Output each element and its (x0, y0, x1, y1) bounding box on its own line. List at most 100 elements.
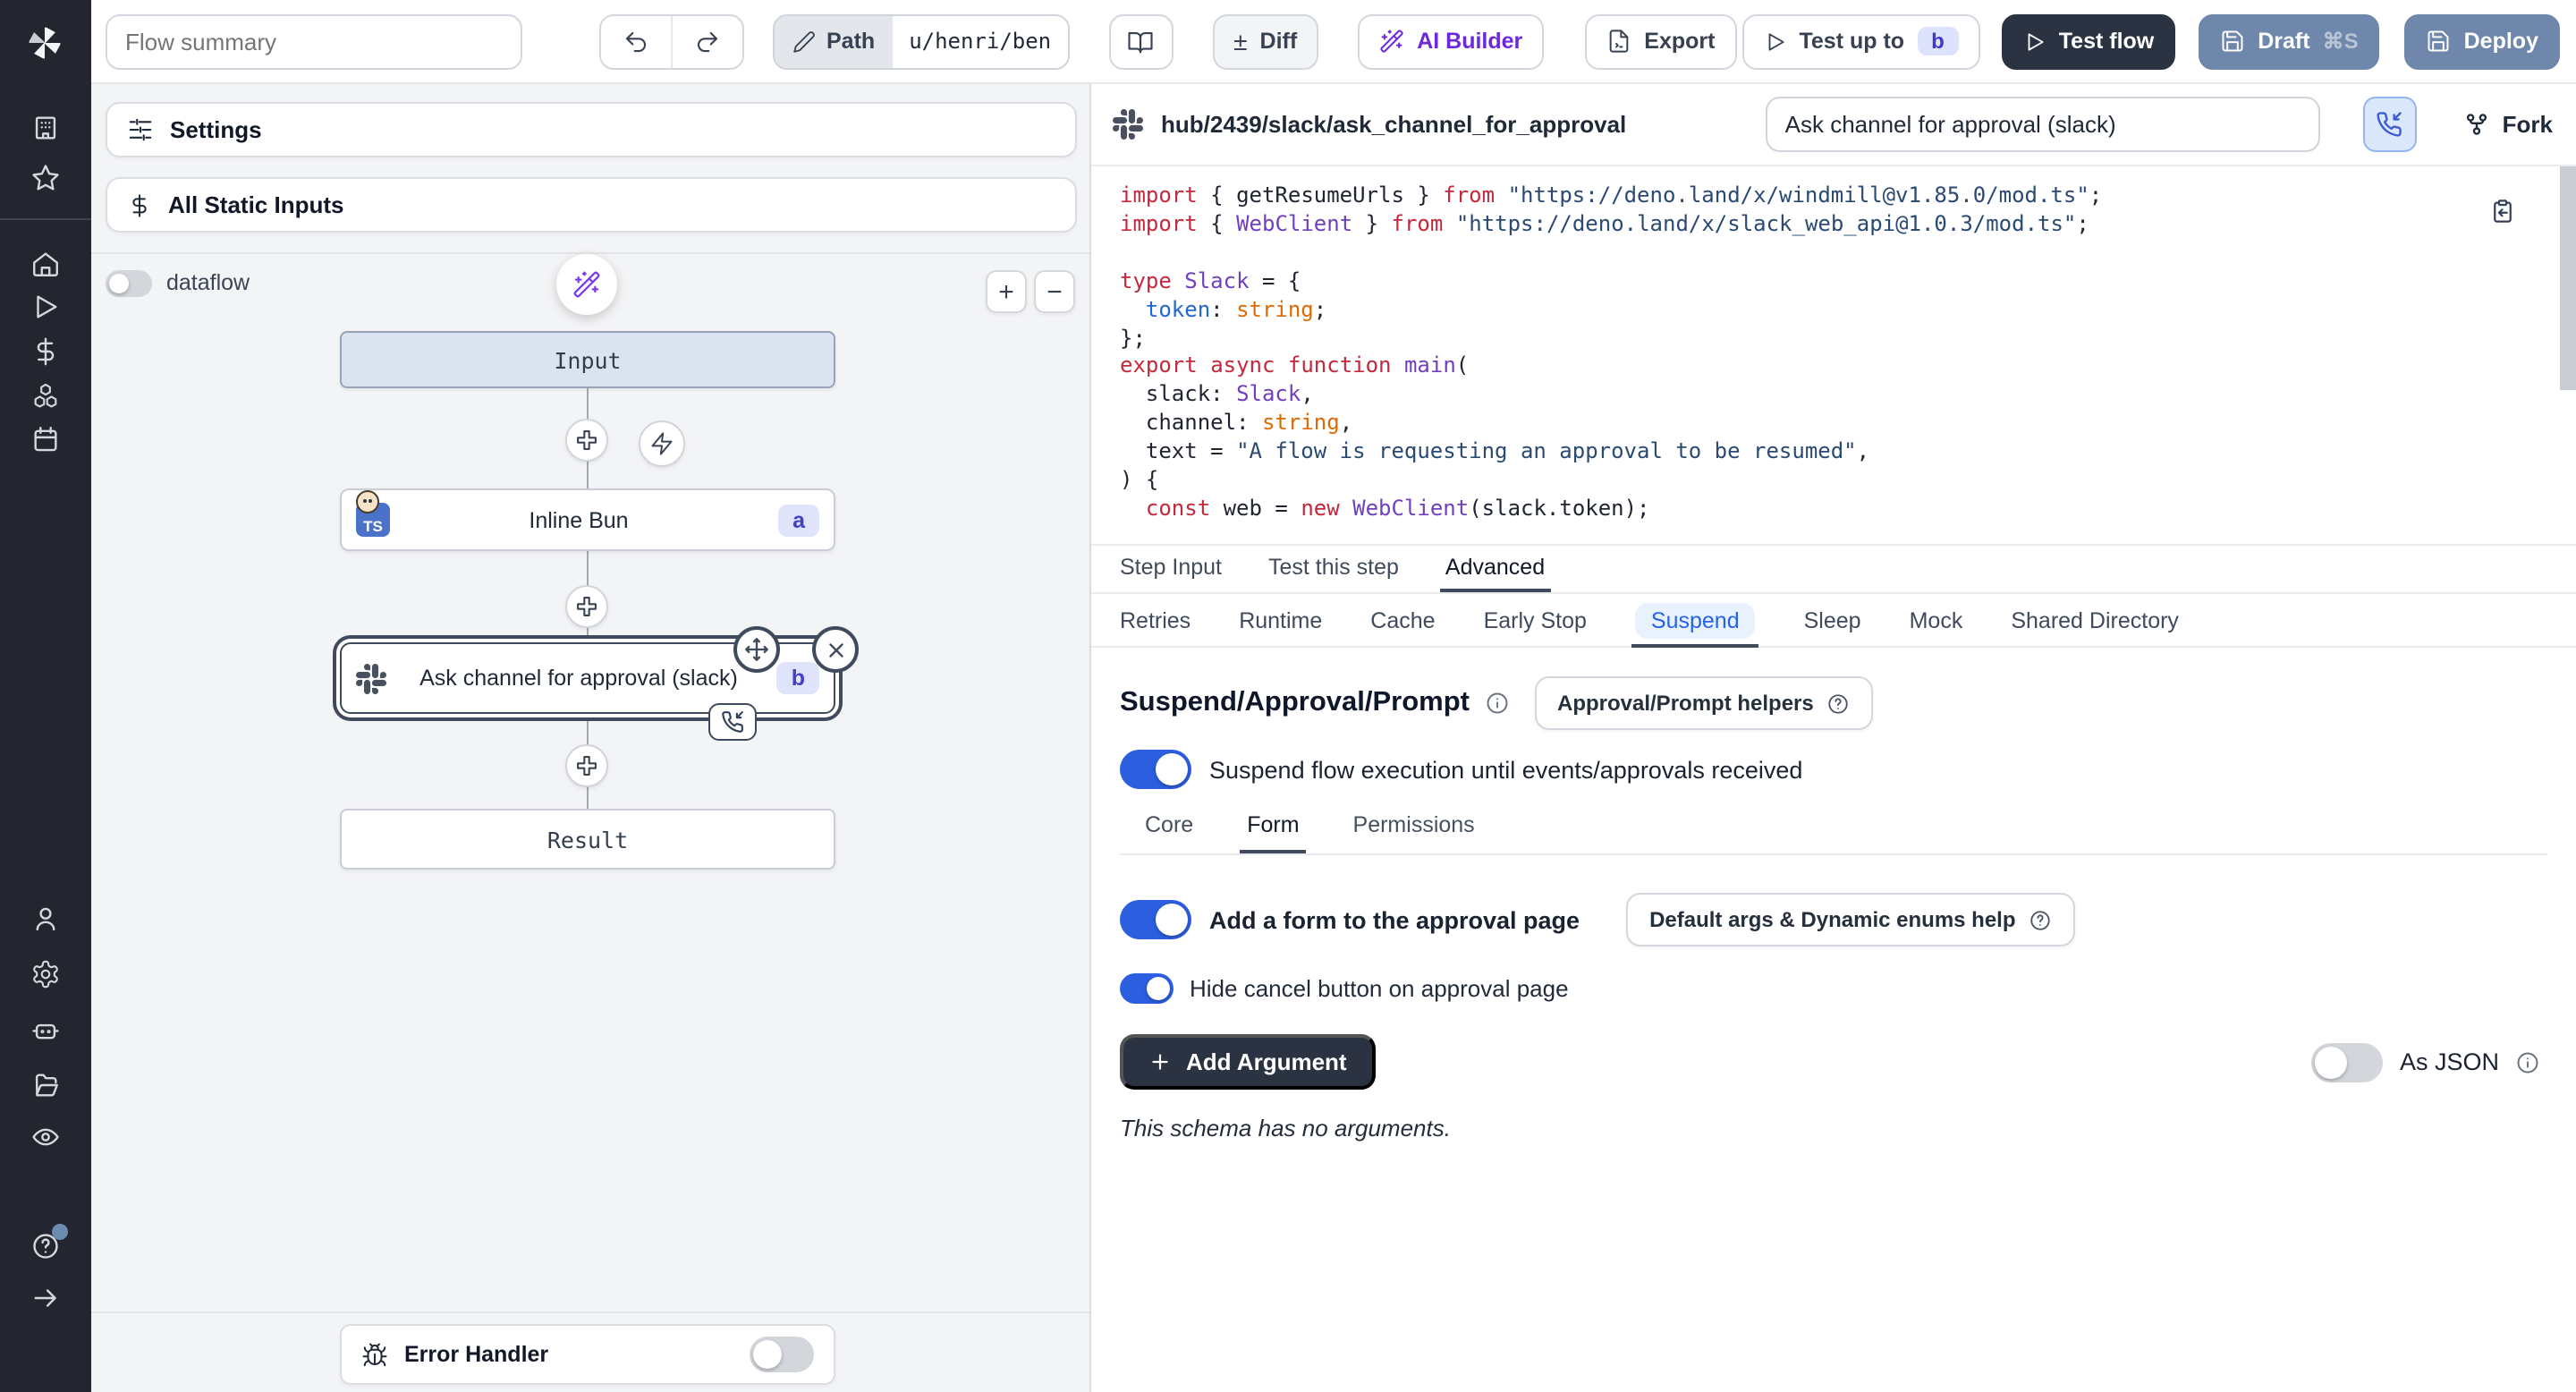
settings-gear-icon[interactable] (30, 959, 61, 989)
step-name-input[interactable] (1766, 97, 2320, 152)
runs-play-icon[interactable] (30, 292, 61, 322)
advanced-tabs: Retries Runtime Cache Early Stop Suspend… (1091, 594, 2576, 648)
suspend-indicator-button[interactable] (2363, 97, 2417, 152)
variables-dollar-icon[interactable] (30, 336, 61, 367)
tab-cache[interactable]: Cache (1370, 594, 1435, 646)
add-argument-button[interactable]: Add Argument (1120, 1034, 1376, 1090)
tab-permissions[interactable]: Permissions (1353, 812, 1475, 853)
zoom-out-button[interactable]: − (1034, 270, 1075, 313)
tab-core[interactable]: Core (1145, 812, 1193, 853)
insert-step-button[interactable] (565, 585, 608, 628)
wand-sparkles-icon (572, 270, 601, 299)
undo-button[interactable] (601, 15, 671, 67)
suspend-toggle-label: Suspend flow execution until events/appr… (1209, 756, 1802, 783)
export-button[interactable]: Export (1585, 13, 1736, 69)
default-args-help-button[interactable]: Default args & Dynamic enums help (1626, 893, 2074, 946)
insert-step-button[interactable] (565, 744, 608, 787)
flow-result-node[interactable]: Result (340, 809, 835, 870)
save-icon (2427, 29, 2452, 54)
slack-icon (1113, 109, 1143, 140)
hide-cancel-toggle[interactable] (1120, 973, 1174, 1004)
tab-advanced[interactable]: Advanced (1445, 555, 1545, 592)
resources-boxes-icon[interactable] (30, 381, 61, 412)
step-id-badge: b (777, 662, 819, 694)
draft-button[interactable]: Draft ⌘S (2199, 13, 2379, 69)
users-icon[interactable] (30, 904, 61, 934)
test-up-to-button[interactable]: Test up to b (1741, 13, 1979, 69)
bun-logo-icon (356, 490, 379, 514)
dataflow-toggle[interactable] (106, 270, 152, 297)
delete-step-button[interactable] (812, 626, 859, 673)
schedules-calendar-icon[interactable] (30, 424, 61, 454)
bug-icon (361, 1341, 388, 1368)
workspace-building-icon[interactable] (30, 113, 61, 143)
step-editor-header: hub/2439/slack/ask_channel_for_approval … (1091, 84, 2576, 166)
tab-test-this-step[interactable]: Test this step (1268, 555, 1399, 592)
home-icon[interactable] (30, 249, 61, 279)
redo-button[interactable] (671, 15, 742, 67)
info-icon[interactable] (1484, 691, 1509, 716)
empty-schema-text: This schema has no arguments. (1120, 1115, 2547, 1142)
diff-button[interactable]: ± Diff (1212, 13, 1318, 69)
insert-step-button[interactable] (565, 419, 608, 462)
as-json-toggle[interactable] (2312, 1042, 2384, 1082)
test-flow-button[interactable]: Test flow (2002, 13, 2176, 69)
add-form-label: Add a form to the approval page (1209, 906, 1580, 933)
tab-shared-directory[interactable]: Shared Directory (2011, 594, 2179, 646)
draft-shortcut: ⌘S (2323, 29, 2359, 54)
move-step-button[interactable] (733, 626, 780, 673)
folders-icon[interactable] (30, 1070, 61, 1100)
code-lines: import { getResumeUrls } from "https://d… (1120, 182, 2504, 524)
tab-suspend[interactable]: Suspend (1635, 594, 1756, 646)
sliders-icon (127, 116, 154, 143)
favorites-star-icon[interactable] (30, 163, 61, 193)
path-group: Path u/henri/ben (773, 13, 1069, 69)
info-icon[interactable] (2515, 1049, 2540, 1074)
code-scrollbar[interactable] (2560, 166, 2576, 390)
help-circle-icon[interactable] (30, 1231, 61, 1261)
suspend-flow-toggle[interactable] (1120, 750, 1191, 789)
help-circle-icon (1826, 692, 1850, 715)
code-editor[interactable]: import { getResumeUrls } from "https://d… (1091, 166, 2576, 546)
suspend-phone-badge (708, 703, 757, 741)
step-tabs: Step Input Test this step Advanced (1091, 546, 2576, 594)
expand-rail-arrow-icon[interactable] (30, 1283, 61, 1313)
tab-early-stop[interactable]: Early Stop (1484, 594, 1587, 646)
error-handler-row[interactable]: Error Handler (340, 1324, 835, 1385)
step-node-inline-bun[interactable]: TS Inline Bun a (340, 488, 835, 551)
windmill-logo-icon[interactable] (25, 23, 64, 63)
wand-sparkles-icon (1379, 29, 1404, 54)
all-static-inputs-button[interactable]: All Static Inputs (106, 177, 1077, 233)
tab-form[interactable]: Form (1247, 812, 1299, 853)
fork-button[interactable]: Fork (2463, 111, 2553, 138)
flow-input-node[interactable]: Input (340, 331, 835, 388)
copy-code-button[interactable] (2490, 199, 2515, 224)
flow-settings-button[interactable]: Settings (106, 102, 1077, 157)
flow-summary-input[interactable] (106, 13, 522, 69)
docs-book-button[interactable] (1108, 13, 1173, 69)
step-badge: b (1917, 27, 1959, 55)
hide-cancel-label: Hide cancel button on approval page (1190, 975, 1569, 1002)
tab-mock[interactable]: Mock (1910, 594, 1963, 646)
tab-runtime[interactable]: Runtime (1239, 594, 1322, 646)
error-handler-toggle[interactable] (750, 1337, 814, 1372)
hub-script-path[interactable]: hub/2439/slack/ask_channel_for_approval (1161, 111, 1626, 138)
deploy-button[interactable]: Deploy (2405, 13, 2560, 69)
panel-divider (91, 1311, 1089, 1313)
path-value[interactable]: u/henri/ben (893, 15, 1067, 67)
edit-path-button[interactable]: Path (775, 15, 893, 67)
play-icon (1763, 30, 1786, 53)
add-form-toggle[interactable] (1120, 900, 1191, 939)
phone-incoming-icon (721, 710, 744, 734)
tab-sleep[interactable]: Sleep (1804, 594, 1861, 646)
ai-builder-button[interactable]: AI Builder (1358, 13, 1544, 69)
zoom-in-button[interactable]: + (986, 270, 1027, 313)
tab-step-input[interactable]: Step Input (1120, 555, 1222, 592)
ai-flow-wand-button[interactable] (556, 254, 617, 315)
workers-robot-icon[interactable] (30, 1014, 61, 1045)
rail-divider (0, 218, 91, 220)
audit-eye-icon[interactable] (30, 1122, 61, 1152)
trigger-zap-button[interactable] (639, 420, 685, 467)
tab-retries[interactable]: Retries (1120, 594, 1191, 646)
approval-prompt-helpers-button[interactable]: Approval/Prompt helpers (1534, 676, 1873, 730)
